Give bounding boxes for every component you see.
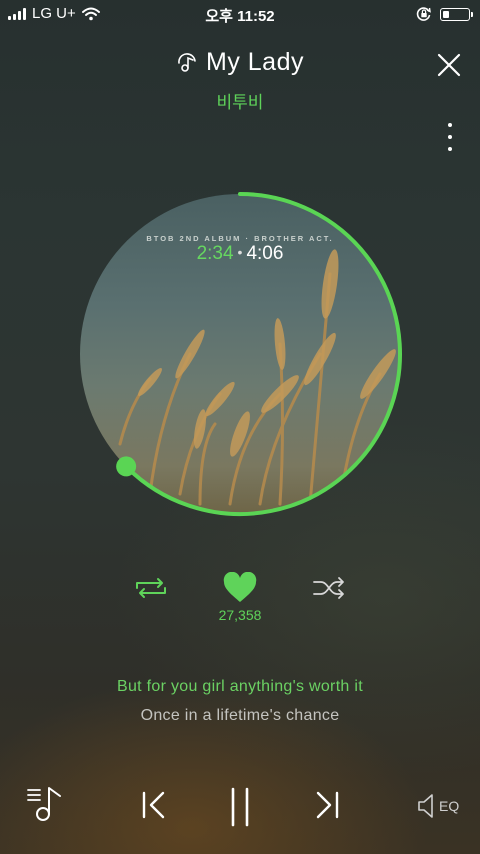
previous-icon[interactable] bbox=[140, 790, 168, 820]
eq-label: EQ bbox=[439, 798, 460, 814]
progress-knob[interactable] bbox=[116, 456, 137, 477]
song-actions: 27,358 bbox=[0, 570, 480, 630]
status-bar: LG U+ 오후 11:52 bbox=[0, 0, 480, 28]
artist-name[interactable]: 비투비 bbox=[0, 88, 480, 113]
speaker-icon bbox=[418, 794, 433, 818]
like-count: 27,358 bbox=[218, 607, 262, 623]
more-vertical-icon[interactable] bbox=[446, 123, 454, 151]
battery-icon bbox=[440, 7, 473, 21]
song-title: My Lady bbox=[206, 48, 304, 76]
title-row: My Lady bbox=[176, 48, 304, 77]
heart-icon[interactable] bbox=[222, 572, 258, 604]
playback-controls: EQ bbox=[0, 782, 480, 834]
pause-icon[interactable] bbox=[228, 786, 252, 828]
progress-ring[interactable] bbox=[76, 190, 404, 518]
status-time: 오후 11:52 bbox=[205, 8, 275, 25]
playlist-icon[interactable] bbox=[26, 782, 66, 826]
album-disc: BTOB 2ND ALBUM · BROTHER ACT. 2:34 • 4:06 bbox=[76, 190, 404, 518]
orientation-lock-icon bbox=[416, 7, 431, 21]
eq-button[interactable]: EQ bbox=[416, 792, 459, 820]
close-icon[interactable] bbox=[436, 52, 462, 78]
lyric-next: Once in a lifetime's chance bbox=[140, 707, 340, 724]
status-right bbox=[416, 6, 473, 22]
music-note-icon bbox=[178, 52, 196, 72]
progress-arc bbox=[124, 192, 402, 516]
repeat-icon[interactable] bbox=[133, 574, 169, 602]
next-icon[interactable] bbox=[313, 790, 341, 820]
shuffle-icon[interactable] bbox=[311, 574, 347, 602]
battery-level bbox=[443, 10, 449, 18]
song-header: My Lady bbox=[0, 48, 480, 79]
lyric-current: But for you girl anything's worth it bbox=[117, 678, 363, 695]
lyrics-panel[interactable]: But for you girl anything's worth it Onc… bbox=[0, 678, 480, 725]
